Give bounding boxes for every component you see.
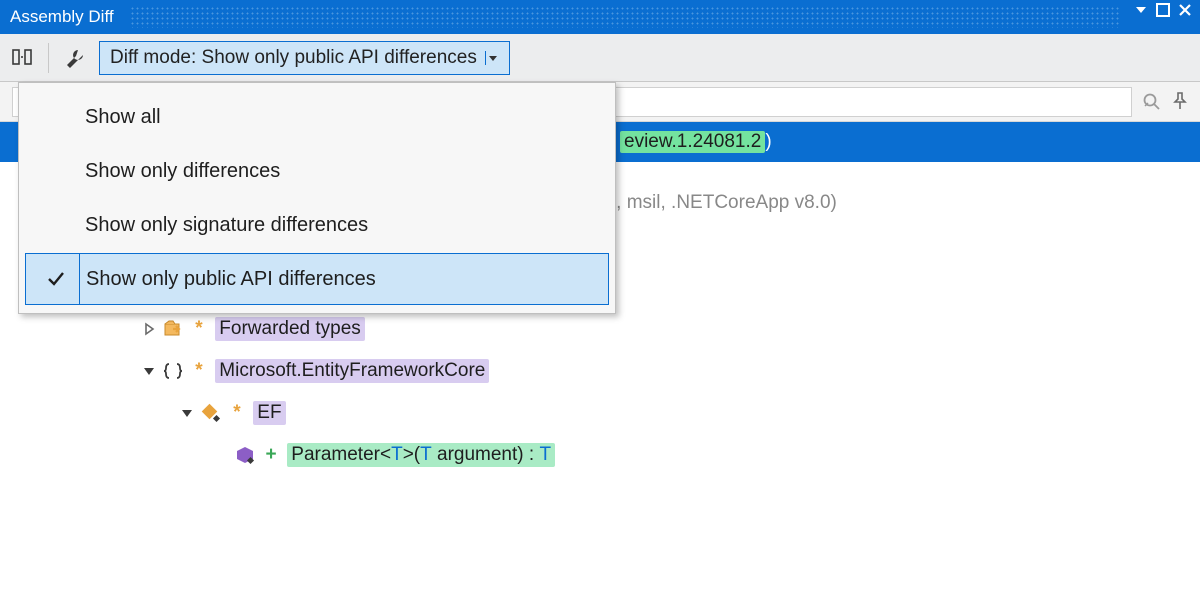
node-label: Forwarded types <box>215 317 365 341</box>
method-signature: Parameter<T>(T argument) : T <box>287 443 555 467</box>
banner-close-paren: ) <box>765 131 771 153</box>
banner-version: eview.1.24081.2 <box>620 131 765 153</box>
compare-icon[interactable] <box>8 44 36 72</box>
tree-row-class[interactable]: * EF <box>0 392 1200 434</box>
class-icon <box>200 403 222 423</box>
node-label: Microsoft.EntityFrameworkCore <box>215 359 489 383</box>
collapse-toggle[interactable] <box>140 364 158 378</box>
diff-mark: * <box>226 402 248 424</box>
toolbar-separator <box>48 43 49 73</box>
expand-toggle[interactable] <box>140 322 158 336</box>
titlebar: Assembly Diff <box>0 0 1200 34</box>
diff-mode-dropdown: Show all Show only differences Show only… <box>18 82 616 314</box>
dropdown-item-label: Show all <box>85 106 161 129</box>
pin-icon[interactable] <box>1172 92 1188 112</box>
check-slot <box>31 91 79 143</box>
assembly-suffix: , msil, .NETCoreApp v8.0) <box>616 192 837 214</box>
dropdown-item-show-sig[interactable]: Show only signature differences <box>25 199 609 251</box>
titlebar-grip[interactable] <box>130 6 1120 28</box>
forwarded-types-icon <box>162 319 184 339</box>
diff-mark: * <box>188 360 210 382</box>
node-label: EF <box>253 401 285 425</box>
search-icon[interactable] <box>1142 92 1162 112</box>
diff-mode-label: Diff mode: Show only public API differen… <box>110 47 477 69</box>
collapse-toggle[interactable] <box>178 406 196 420</box>
tree-row-method[interactable]: + Parameter<T>(T argument) : T <box>0 434 1200 476</box>
chevron-down-icon[interactable] <box>485 51 505 65</box>
search-row-icons <box>1142 92 1188 112</box>
title-controls <box>1134 3 1192 17</box>
method-icon <box>234 445 256 465</box>
diff-mark: * <box>188 318 210 340</box>
window-menu-icon[interactable] <box>1134 3 1148 17</box>
dropdown-item-label: Show only differences <box>85 160 280 183</box>
window: Assembly Diff Diff mode: Show only publi… <box>0 0 1200 600</box>
toolbar: Diff mode: Show only public API differen… <box>0 34 1200 82</box>
dropdown-item-show-all[interactable]: Show all <box>25 91 609 143</box>
check-slot <box>31 145 79 197</box>
tree-row-namespace[interactable]: * Microsoft.EntityFrameworkCore <box>0 350 1200 392</box>
diff-mode-combo[interactable]: Diff mode: Show only public API differen… <box>99 41 510 75</box>
window-title: Assembly Diff <box>10 7 114 27</box>
dropdown-item-show-diff[interactable]: Show only differences <box>25 145 609 197</box>
dropdown-item-label: Show only public API differences <box>86 268 376 291</box>
namespace-icon <box>162 361 184 381</box>
check-icon <box>32 254 80 304</box>
restore-icon[interactable] <box>1156 3 1170 17</box>
close-icon[interactable] <box>1178 3 1192 17</box>
dropdown-item-show-public[interactable]: Show only public API differences <box>25 253 609 305</box>
diff-mark: + <box>260 444 282 466</box>
check-slot <box>31 199 79 251</box>
dropdown-item-label: Show only signature differences <box>85 214 368 237</box>
tree-row-forwarded[interactable]: * Forwarded types <box>0 308 1200 350</box>
wrench-icon[interactable] <box>61 44 89 72</box>
